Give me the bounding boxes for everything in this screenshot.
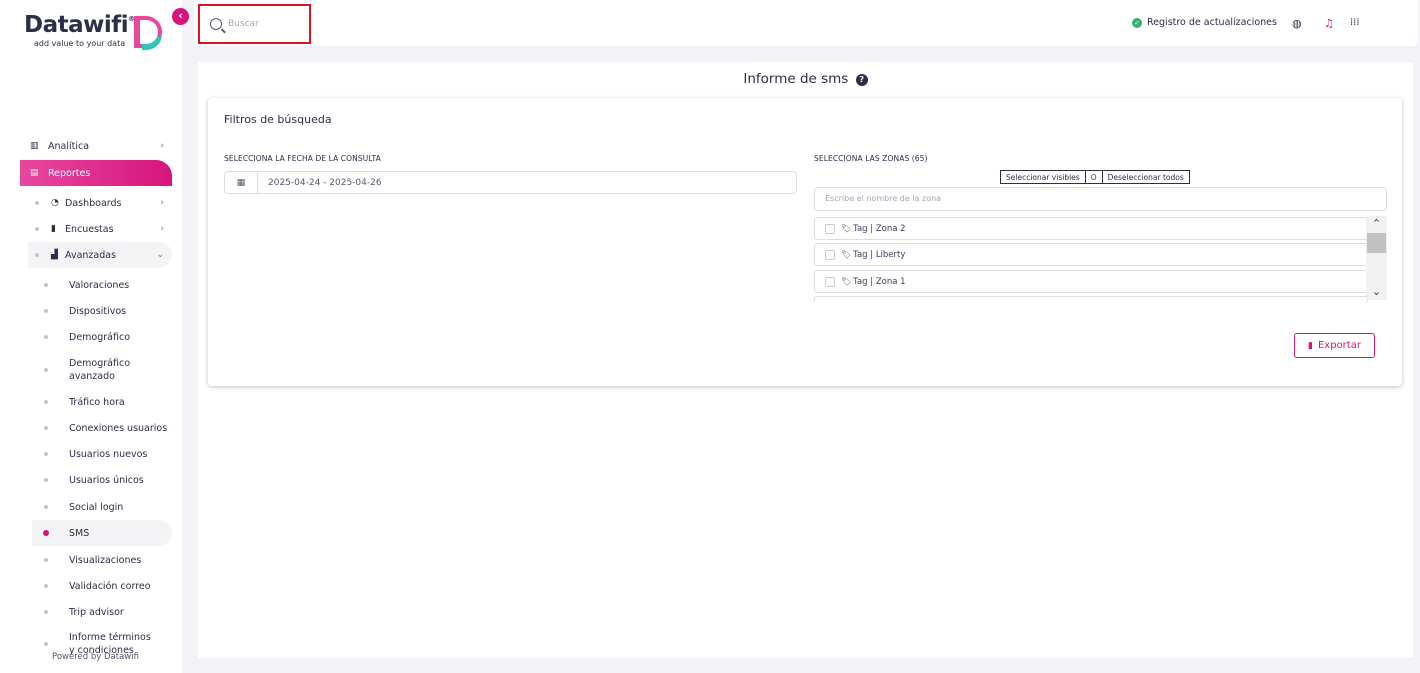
sidebar-group-label: Avanzadas [65, 249, 117, 261]
tag-icon: 🏷︎ [841, 224, 852, 233]
sidebar-leaf-visualizaciones[interactable]: Visualizaciones [44, 553, 172, 567]
zone-item[interactable]: 🏷︎ Tag | Liberty [814, 243, 1368, 266]
date-range-input[interactable]: ▦ 2025-04-24 - 2025-04-26 [224, 171, 797, 194]
sidebar-group-label: Dashboards [65, 197, 122, 209]
sidebar-item-analitica[interactable]: ▥ Analítica › [20, 133, 172, 159]
sidebar-leaf-label: Tráfico hora [69, 396, 125, 408]
sidebar-leaf-label: Valoraciones [69, 279, 130, 291]
button-separator: O [1085, 170, 1102, 184]
search-input[interactable]: Buscar [198, 4, 311, 44]
chevron-down-icon: ⌄ [156, 250, 164, 260]
sidebar-leaf-label: Social login [69, 501, 124, 513]
logo: Datawifi® add value to your data [24, 12, 174, 62]
select-visible-button[interactable]: Seleccionar visibles [1000, 170, 1086, 184]
checkbox[interactable] [825, 276, 835, 287]
sidebar-leaf-label: Usuarios únicos [69, 474, 144, 486]
clipboard-icon: ▮ [51, 224, 56, 234]
date-label: SELECCIONA LA FECHA DE LA CONSULTA [224, 154, 381, 163]
zone-selection-buttons: Seleccionar visibles O Deseleccionar tod… [1000, 170, 1190, 184]
sidebar-leaf-label: Dispositivos [69, 305, 127, 317]
zone-item-label: Tag | Zona 1 [853, 276, 906, 287]
zone-list: 🏷︎ Tag | Zona 2 🏷︎ Tag | Liberty 🏷︎ Tag … [814, 216, 1387, 302]
export-button[interactable]: ▮ Exportar [1294, 333, 1375, 358]
apps-grid-icon[interactable]: ⁞⁞⁞ [1350, 17, 1360, 28]
zone-item[interactable] [814, 296, 1368, 302]
sidebar-item-label: Analítica [48, 140, 90, 152]
check-circle-icon: ✓ [1132, 17, 1142, 28]
search-placeholder: Buscar [228, 19, 259, 29]
sidebar-leaf-sms[interactable]: SMS [32, 520, 172, 546]
checkbox[interactable] [825, 249, 835, 260]
sidebar-group-avanzadas[interactable]: ▟ Avanzadas ⌄ [28, 242, 172, 268]
sidebar-leaf-usuarios-unicos[interactable]: Usuarios únicos [44, 473, 172, 487]
brand-name: Datawifi [24, 12, 129, 38]
bell-icon[interactable]: ♫ [1324, 17, 1334, 30]
sidebar-leaf-conexiones-usuarios[interactable]: Conexiones usuarios [44, 421, 172, 435]
sidebar-leaf-trip-advisor[interactable]: Trip advisor [44, 605, 172, 619]
sidebar-item-reportes[interactable]: ▤ Reportes [20, 160, 172, 186]
sidebar-leaf-label: Conexiones usuarios [69, 422, 168, 434]
chevron-right-icon: › [160, 198, 164, 208]
zones-label: SELECCIONA LAS ZONAS (65) [814, 154, 928, 163]
chevron-down-icon[interactable]: ⌄ [1366, 284, 1387, 300]
chevron-up-icon[interactable]: ⌃ [1366, 216, 1387, 232]
sidebar-item-label: Reportes [48, 167, 91, 179]
help-icon[interactable]: ? [855, 74, 868, 86]
chevron-right-icon: › [160, 141, 164, 151]
sidebar-leaf-label: Visualizaciones [69, 554, 142, 566]
sidebar-leaf-demografico[interactable]: Demográfico [44, 330, 172, 344]
sidebar-leaf-dispositivos[interactable]: Dispositivos [44, 304, 172, 318]
sidebar-group-encuestas[interactable]: ▮ Encuestas › [28, 216, 172, 242]
sidebar-leaf-label: Trip advisor [69, 606, 124, 618]
export-label: Exportar [1317, 340, 1361, 351]
date-range-value: 2025-04-24 - 2025-04-26 [268, 177, 382, 188]
sidebar-leaf-social-login[interactable]: Social login [44, 500, 172, 514]
sidebar-leaf-trafico-hora[interactable]: Tráfico hora [44, 395, 172, 409]
brand-tagline: add value to your data [34, 39, 126, 48]
globe-icon[interactable]: ◍ [1292, 17, 1302, 30]
zone-item-label: Tag | Zona 2 [853, 223, 906, 234]
file-icon: ▮ [1308, 340, 1313, 351]
sidebar-group-dashboards[interactable]: ◔ Dashboards › [28, 190, 172, 216]
collapse-sidebar-button[interactable]: ‹ [172, 8, 189, 25]
sidebar-group-label: Encuestas [65, 223, 114, 235]
checkbox[interactable] [825, 223, 835, 234]
chevron-right-icon: › [160, 224, 164, 234]
zone-item[interactable]: 🏷︎ Tag | Zona 2 [814, 217, 1368, 240]
filters-card: Filtros de búsqueda SELECCIONA LA FECHA … [208, 98, 1402, 386]
calendar-icon: ▦ [225, 172, 258, 193]
chevron-left-icon: ‹ [178, 9, 183, 22]
tag-icon: 🏷︎ [841, 250, 852, 259]
sidebar-leaf-label: SMS [69, 527, 90, 539]
sidebar-leaf-label: Usuarios nuevos [69, 448, 148, 460]
sidebar-leaf-label: Demográfico avanzado [69, 358, 131, 382]
update-log-label: Registro de actualizaciones [1147, 17, 1277, 28]
document-icon: ▤ [30, 168, 39, 178]
dashboard-icon: ◔ [51, 198, 59, 208]
sidebar-leaf-label: Validación correo [69, 580, 151, 592]
sidebar-leaf-validacion-correo[interactable]: Validación correo [44, 579, 172, 593]
update-log-link[interactable]: ✓ Registro de actualizaciones [1132, 17, 1277, 28]
bar-chart-icon: ▟ [51, 250, 58, 260]
sidebar-leaf-demografico-avanzado[interactable]: Demográfico avanzado [44, 357, 172, 383]
sidebar-leaf-usuarios-nuevos[interactable]: Usuarios nuevos [44, 447, 172, 461]
zone-item-label: Tag | Liberty [853, 249, 906, 260]
bar-chart-icon: ▥ [30, 141, 39, 151]
zone-list-scrollbar[interactable]: ⌃ ⌄ [1366, 216, 1387, 300]
deselect-all-button[interactable]: Deseleccionar todos [1101, 170, 1190, 184]
tag-icon: 🏷︎ [841, 277, 852, 286]
zone-search-input[interactable]: Escribe el nombre de la zona [814, 187, 1387, 211]
brand-mark-icon [134, 16, 162, 51]
page-title: Informe de sms ? [198, 71, 1413, 87]
sidebar: Datawifi® add value to your data ▥ Analí… [0, 0, 182, 673]
sidebar-leaf-label: Demográfico [69, 331, 131, 343]
powered-by: Powered by Datawifi [52, 652, 139, 662]
sidebar-leaf-valoraciones[interactable]: Valoraciones [44, 278, 172, 292]
search-icon [210, 18, 222, 30]
scrollbar-thumb[interactable] [1367, 233, 1386, 253]
filters-title: Filtros de búsqueda [224, 113, 332, 126]
zone-item[interactable]: 🏷︎ Tag | Zona 1 [814, 270, 1368, 293]
